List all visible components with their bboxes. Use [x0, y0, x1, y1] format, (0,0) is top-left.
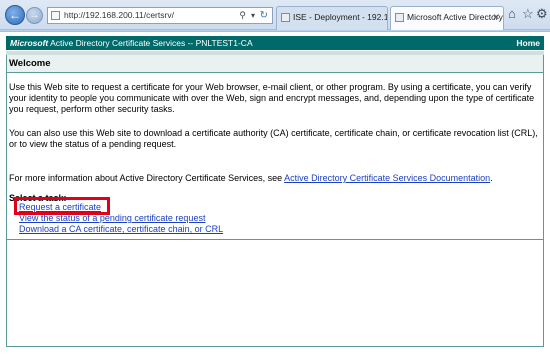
documentation-link[interactable]: Active Directory Certificate Services Do… [284, 173, 490, 183]
back-icon[interactable]: ← [5, 5, 25, 25]
intro-paragraph: Use this Web site to request a certifica… [9, 82, 535, 114]
tab-label: Microsoft Active Directory ... [407, 12, 504, 22]
forward-icon[interactable]: → [26, 7, 43, 24]
page-icon [51, 11, 60, 20]
address-bar[interactable]: http://192.168.200.11/certsrv/ ⚲ ▾ ↻ [47, 7, 273, 24]
header-banner: Microsoft Active Directory Certificate S… [6, 36, 544, 50]
address-url: http://192.168.200.11/certsrv/ [64, 10, 174, 20]
tab-favicon-icon [395, 13, 404, 22]
home-icon[interactable]: ⌂ [508, 7, 516, 21]
tab-active-directory[interactable]: Microsoft Active Directory ... ✕ [390, 6, 504, 30]
search-icon[interactable]: ⚲ [239, 8, 246, 23]
info-paragraph: For more information about Active Direct… [9, 173, 541, 184]
star-icon[interactable]: ☆ [522, 7, 534, 21]
browser-toolbar: ← → http://192.168.200.11/certsrv/ ⚲ ▾ ↻… [0, 0, 550, 30]
content-panel: Welcome Use this Web site to request a c… [6, 55, 544, 347]
page-viewport: Microsoft Active Directory Certificate S… [0, 31, 550, 357]
tab-label: ISE - Deployment - 192.168.20... [293, 12, 388, 22]
tab-favicon-icon [281, 13, 290, 22]
refresh-icon[interactable]: ↻ [260, 8, 268, 23]
banner-title: Active Directory Certificate Services --… [48, 38, 253, 48]
close-icon[interactable]: ✕ [492, 7, 500, 27]
highlight-box [14, 197, 110, 215]
page-title: Welcome [7, 55, 543, 73]
divider [7, 239, 543, 240]
home-link[interactable]: Home [516, 36, 540, 50]
info-text: For more information about Active Direct… [9, 173, 285, 183]
download-ca-certificate-link[interactable]: Download a CA certificate, certificate c… [19, 224, 223, 235]
download-paragraph: You can also use this Web site to downlo… [9, 128, 538, 149]
gear-icon[interactable]: ⚙ [536, 7, 548, 21]
chevron-down-icon[interactable]: ▾ [251, 8, 255, 23]
info-suffix: . [490, 173, 493, 183]
tab-ise-deployment[interactable]: ISE - Deployment - 192.168.20... [276, 6, 388, 30]
brand-name: Microsoft [10, 38, 49, 48]
